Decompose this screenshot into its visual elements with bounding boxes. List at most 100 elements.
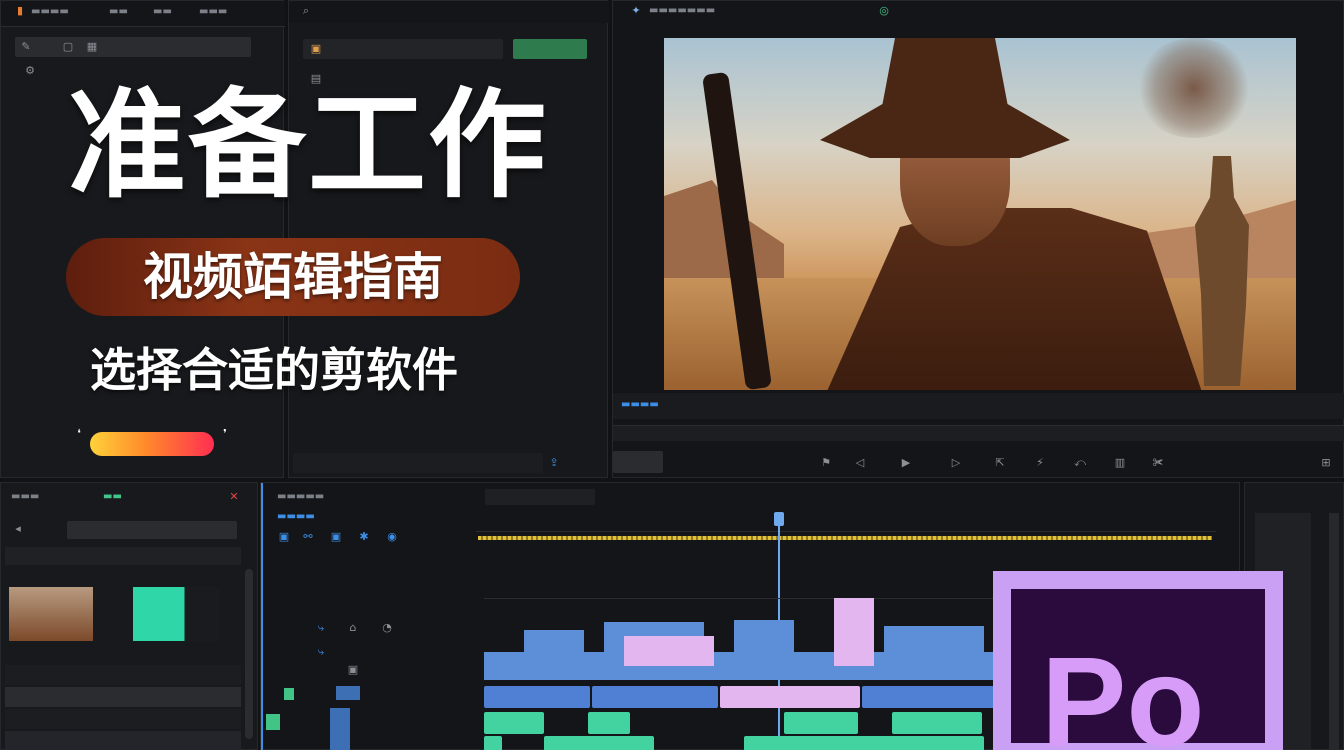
marker-add-icon[interactable]: ▣ (329, 531, 343, 543)
clip-green[interactable] (892, 712, 982, 734)
tab-effects[interactable]: ▬▬ (153, 6, 172, 17)
timeline-timecode: ▬▬▬▬ (277, 511, 315, 522)
play-icon[interactable]: ▶ (899, 457, 913, 469)
close-icon[interactable]: ✕ (227, 491, 241, 503)
timeline-tab-2[interactable] (485, 489, 595, 505)
audio-waveform (484, 596, 994, 680)
green-track-1 (484, 712, 994, 734)
apply-button[interactable] (513, 39, 587, 59)
settings-icon[interactable]: ✱ (357, 531, 371, 543)
add-button-icon[interactable]: ⊞ (1319, 457, 1333, 469)
timecode: ▬▬▬▬ (621, 399, 659, 410)
bin-tab[interactable]: ▬▬▬ (11, 491, 39, 502)
pr-logo-inner: Po (1011, 589, 1265, 750)
export-icon[interactable]: ⇪ (547, 457, 561, 469)
clip-green[interactable] (744, 736, 984, 750)
pr-logo: Po (993, 571, 1283, 750)
search-icon[interactable]: ⌕ (299, 5, 313, 17)
marker-icon[interactable]: ⚑ (819, 457, 833, 469)
mute-icon[interactable]: ▣ (346, 664, 360, 676)
clip-green[interactable] (484, 736, 502, 750)
dock-scrollbar[interactable] (1329, 513, 1339, 749)
work-area-bar (478, 536, 1212, 540)
track-volume-2[interactable] (336, 686, 360, 700)
link-icon[interactable]: ◎ (877, 5, 891, 17)
hero-title: 准备工作 (68, 76, 549, 214)
track-target-icon[interactable]: ⤷ (314, 622, 328, 634)
green-track-2 (484, 736, 994, 750)
track-select-a1[interactable] (284, 688, 294, 700)
clip-blue[interactable] (862, 686, 994, 708)
cowboy-body (824, 208, 1204, 390)
list-item[interactable] (5, 731, 241, 750)
track-target-icon-2[interactable]: ⤷ (314, 646, 328, 658)
clip-blue[interactable] (592, 686, 718, 708)
menu-icon[interactable]: ▮ (13, 5, 27, 17)
compare-icon[interactable]: ▥ (1113, 457, 1127, 469)
track-select-a2[interactable] (266, 714, 280, 730)
timeline-accent-line (261, 483, 263, 750)
waveform-peak (734, 620, 794, 652)
eye-icon[interactable]: ◔ (380, 622, 394, 634)
bin-path (5, 547, 241, 565)
lift-icon[interactable]: ⇱ (993, 457, 1007, 469)
track-volume[interactable] (330, 708, 350, 750)
captions-icon[interactable]: ◉ (385, 531, 399, 543)
bin-panel: ▬▬▬ ▬▬ ✕ ◂ (0, 482, 258, 750)
export-frame-icon[interactable]: ⤺ (1073, 457, 1087, 469)
bin-scrollbar[interactable] (245, 569, 253, 739)
clip-green[interactable] (544, 736, 654, 750)
snap-icon[interactable]: ▣ (277, 531, 291, 543)
accent-gradient-bar (90, 432, 214, 456)
extract-icon[interactable]: ⚡ (1033, 457, 1047, 469)
monitor-icon: ✦ (631, 4, 641, 17)
tool-icon[interactable]: ✎ (19, 41, 33, 53)
waveform-peak (524, 630, 584, 652)
clip-green[interactable] (588, 712, 630, 734)
back-icon[interactable]: ◂ (11, 523, 25, 535)
bin-search[interactable] (67, 521, 237, 539)
tab-media[interactable]: ▬▬ (109, 6, 128, 17)
cowboy-hat (820, 38, 1070, 158)
clip-pink[interactable] (720, 686, 860, 708)
video-track-1 (484, 686, 994, 708)
bin-list (5, 665, 241, 750)
list-item[interactable] (5, 665, 241, 685)
clip-green[interactable] (484, 712, 544, 734)
ruler (613, 425, 1344, 441)
lock-icon[interactable]: ⌂ (346, 622, 360, 634)
waveform-pink (834, 598, 874, 666)
title-pill: 视频竡辑指南 (66, 238, 520, 316)
list-item[interactable] (5, 687, 241, 707)
list-item[interactable] (5, 709, 241, 729)
bin-tab-2[interactable]: ▬▬ (103, 491, 122, 502)
source-tabbar (289, 1, 609, 23)
settings-icon[interactable]: ⚙ (23, 65, 37, 77)
monitor-controls-bar (613, 393, 1344, 419)
clip-icon: ▣ (310, 42, 322, 55)
folder-icon[interactable]: ▢ (61, 41, 75, 53)
smoke (1134, 38, 1254, 138)
fit-dropdown[interactable] (613, 451, 663, 473)
playhead-handle[interactable] (774, 512, 784, 526)
tab-project[interactable]: ▬▬▬▬ (31, 6, 69, 17)
grid-icon[interactable]: ▦ (85, 41, 99, 53)
sequence-tab[interactable]: ▬▬▬▬▬ (277, 491, 324, 502)
waveform-base (484, 652, 994, 680)
waveform-pink (624, 636, 714, 666)
quote-open-icon: ❛ (77, 427, 81, 440)
thumb-cowboy[interactable] (9, 587, 93, 641)
wrench-icon[interactable]: ✀ (1151, 457, 1165, 469)
thumb-green[interactable] (133, 587, 219, 641)
step-back-icon[interactable]: ◁ (853, 457, 867, 469)
clip-green[interactable] (784, 712, 858, 734)
clip-blue[interactable] (484, 686, 590, 708)
monitor-title: ▬▬▬▬▬▬▬ (649, 5, 716, 16)
tab-info[interactable]: ▬▬▬ (199, 6, 227, 17)
step-forward-icon[interactable]: ▷ (949, 457, 963, 469)
waveform-peak (884, 626, 984, 656)
source-row-1[interactable] (303, 39, 503, 59)
time-ruler (476, 516, 1216, 532)
track-header-tools: ▣ ⚯ ▣ ✱ ◉ (277, 531, 447, 545)
linked-icon[interactable]: ⚯ (301, 531, 315, 543)
